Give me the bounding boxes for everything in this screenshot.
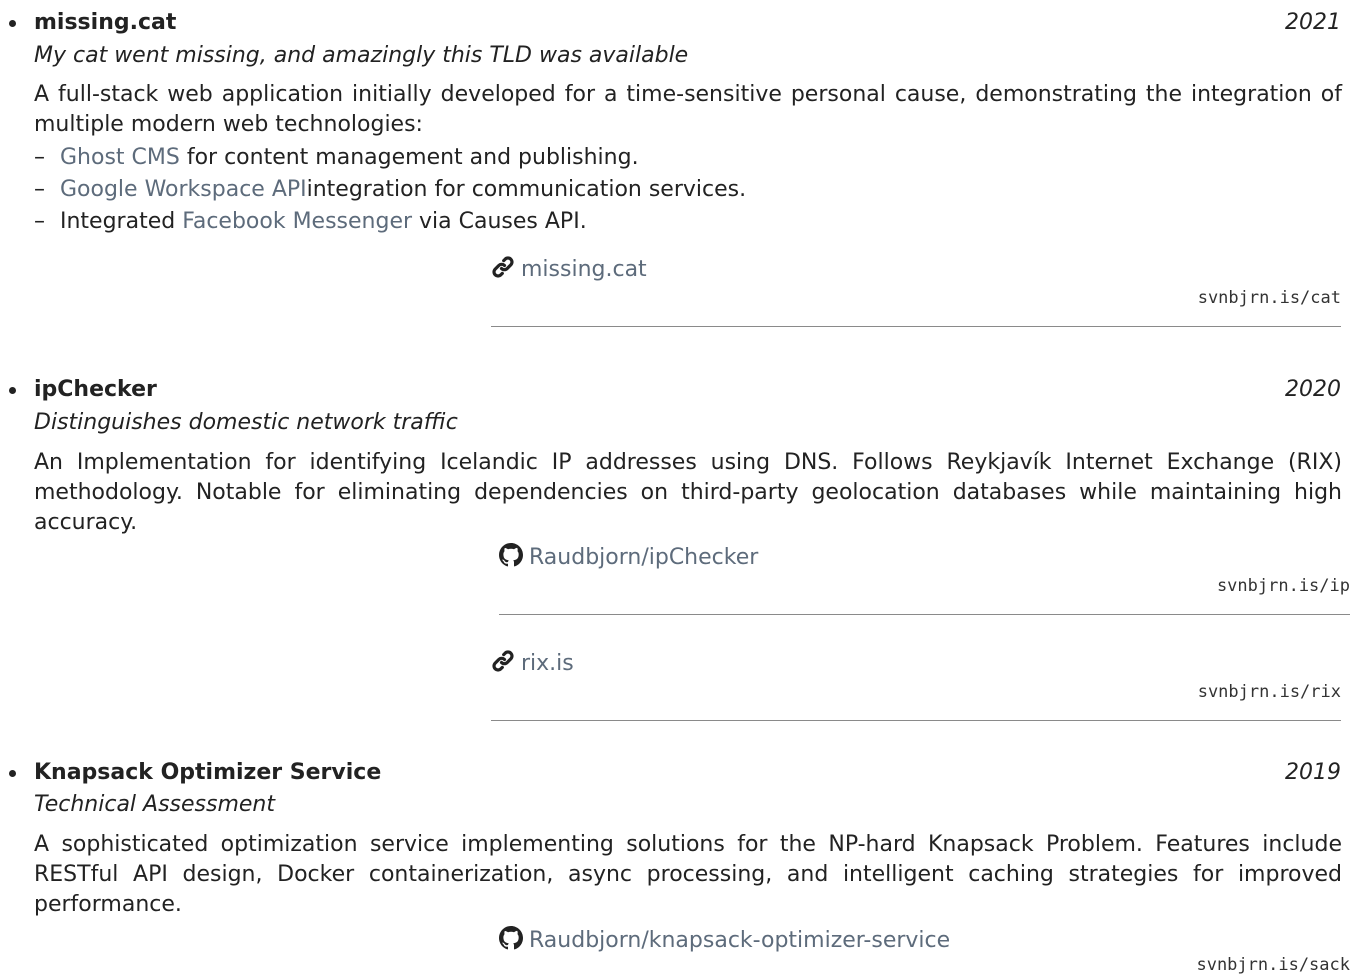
project-year: 2020 [1285,377,1341,402]
project-title: missing.cat [34,10,177,35]
feature-item: – Integrated Facebook Messenger via Cause… [34,209,587,234]
ghost-cms-link[interactable]: Ghost CMS [60,145,180,170]
feature-list: – Ghost CMS for content management and pu… [34,142,746,238]
project-subtitle: Distinguishes domestic network traffic [34,410,458,435]
project-description: A full-stack web application initially d… [34,82,1342,137]
project-link[interactable]: rix.is [491,649,574,678]
link-text[interactable]: Raudbjorn/ipChecker [529,545,758,570]
bullet-marker [9,770,16,777]
project-title: ipChecker [34,377,157,402]
project-description: An Implementation for identifying Icelan… [34,450,1342,535]
project-year: 2019 [1285,760,1341,785]
divider [491,326,1341,327]
link-text[interactable]: rix.is [521,651,574,676]
project-link[interactable]: Raudbjorn/ipChecker [499,543,758,572]
bullet-marker [9,387,16,394]
bullet-marker [9,20,16,27]
github-icon [499,543,523,567]
link-icon [491,255,515,279]
feature-item: – Google Workspace APIintegration for com… [34,177,747,202]
short-url[interactable]: svnbjrn.is/cat [1198,288,1341,308]
project-subtitle: My cat went missing, and amazingly this … [34,43,689,68]
link-text[interactable]: Raudbjorn/knapsack-optimizer-service [529,928,950,953]
google-workspace-link[interactable]: Google Workspace API [60,177,307,202]
project-description: A sophisticated optimization service imp… [34,832,1342,917]
project-subtitle: Technical Assessment [34,792,276,817]
facebook-messenger-link[interactable]: Facebook Messenger [182,209,412,234]
divider [499,614,1350,615]
project-title: Knapsack Optimizer Service [34,760,382,785]
short-url[interactable]: svnbjrn.is/ip [1217,576,1350,596]
project-year: 2021 [1285,10,1341,35]
divider [491,720,1341,721]
short-url[interactable]: svnbjrn.is/rix [1198,682,1341,702]
link-text[interactable]: missing.cat [521,257,647,282]
feature-item: – Ghost CMS for content management and pu… [34,145,639,170]
github-icon [499,926,523,950]
short-url[interactable]: svnbjrn.is/sack [1196,955,1350,975]
project-link[interactable]: Raudbjorn/knapsack-optimizer-service [499,926,950,955]
link-icon [491,649,515,673]
project-link[interactable]: missing.cat [491,255,647,284]
